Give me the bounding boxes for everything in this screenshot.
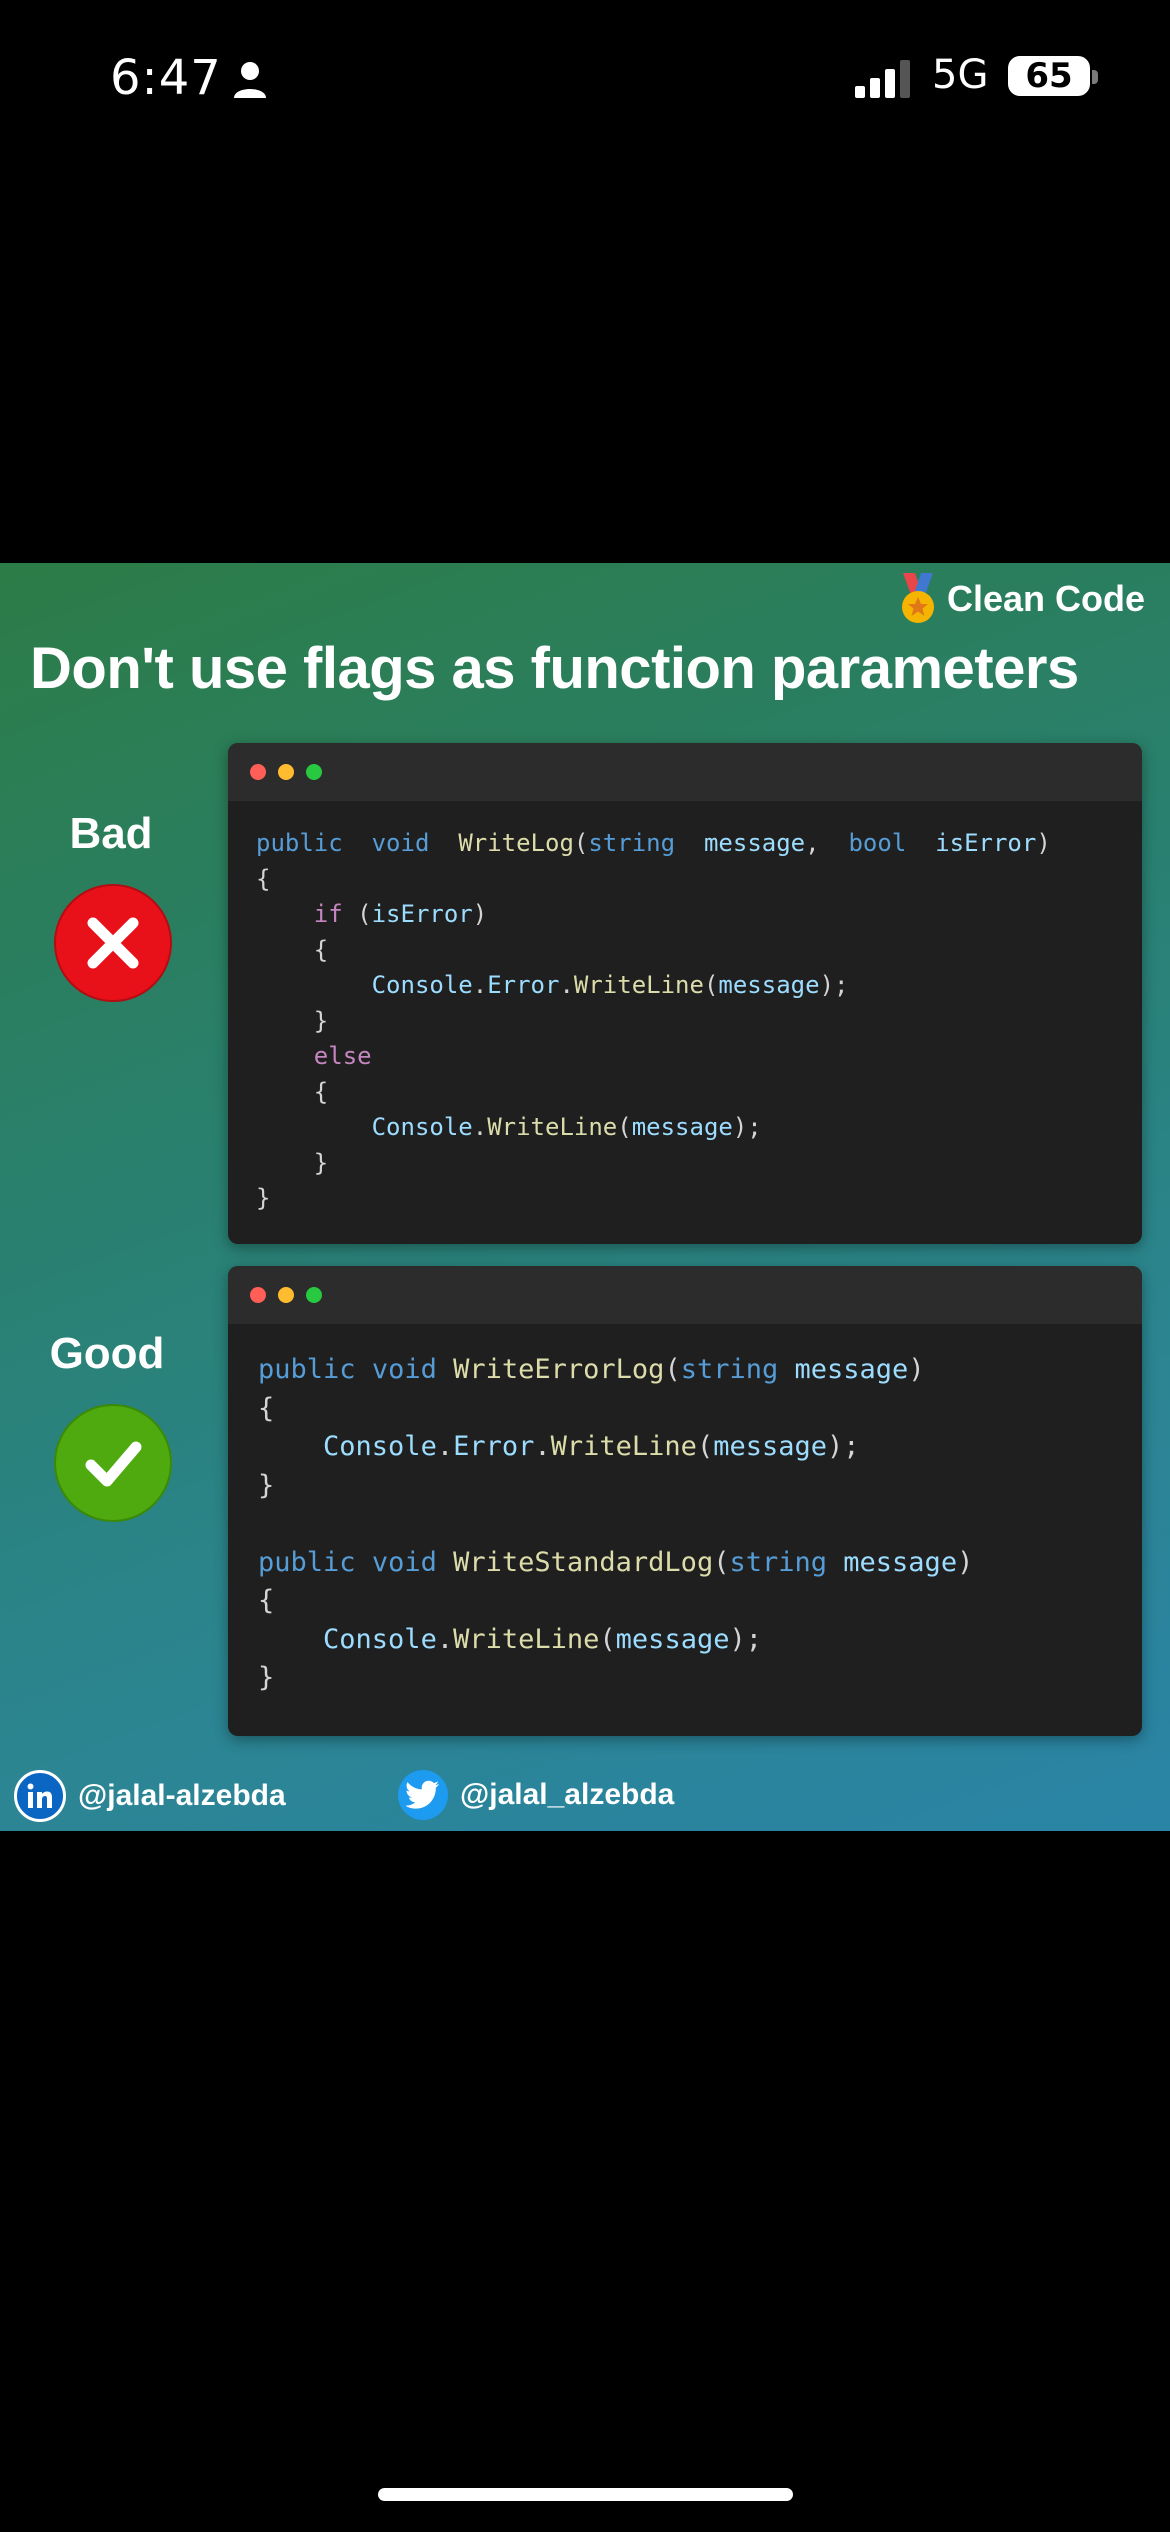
code-line: }	[256, 1006, 329, 1035]
x-circle-icon	[54, 884, 172, 1002]
signal-icon	[855, 60, 910, 98]
home-indicator[interactable]	[378, 2488, 793, 2501]
linkedin-link[interactable]: @jalal-alzebda	[14, 1770, 286, 1822]
good-label: Good	[49, 1329, 165, 1378]
code-line: }	[258, 1662, 275, 1693]
code-line: public void WriteStandardLog(string mess…	[258, 1546, 974, 1578]
battery-cap	[1092, 70, 1098, 84]
twitter-icon	[398, 1770, 448, 1820]
good-code-block: public void WriteErrorLog(string message…	[228, 1324, 1142, 1701]
code-line: if (isError)	[313, 900, 488, 928]
post-card[interactable]: Clean Code Don't use flags as function p…	[0, 563, 1170, 1831]
bad-label: Bad	[69, 809, 153, 858]
window-close-dot	[250, 1287, 266, 1303]
network-type: 5G	[932, 52, 989, 98]
code-line: }	[256, 1148, 329, 1177]
code-line: }	[258, 1469, 275, 1501]
code-line: else	[313, 1042, 372, 1070]
code-line: }	[256, 1184, 271, 1212]
linkedin-icon	[14, 1770, 66, 1822]
topic-tag: Clean Code	[897, 573, 1145, 625]
code-line: {	[256, 864, 271, 893]
window-minimize-dot	[278, 1287, 294, 1303]
code-line: Console.Error.WriteLine(message);	[371, 971, 849, 999]
person-icon	[234, 62, 266, 98]
window-close-dot	[250, 764, 266, 780]
medal-icon	[901, 573, 934, 623]
post-headline: Don't use flags as function parameters	[30, 636, 1079, 701]
window-maximize-dot	[306, 1287, 322, 1303]
status-time: 6:47	[110, 50, 222, 106]
window-maximize-dot	[306, 764, 322, 780]
twitter-link[interactable]: @jalal_alzebda	[398, 1770, 674, 1820]
window-titlebar	[228, 1266, 1142, 1324]
window-minimize-dot	[278, 764, 294, 780]
code-line: Console.WriteLine(message);	[371, 1113, 762, 1141]
topic-tag-label: Clean Code	[946, 578, 1145, 619]
good-code-window: public void WriteErrorLog(string message…	[228, 1266, 1142, 1736]
bad-code-window: public void WriteLog(string message, boo…	[228, 743, 1142, 1244]
code-line: public void WriteErrorLog(string message…	[258, 1354, 925, 1385]
linkedin-handle: @jalal-alzebda	[78, 1779, 286, 1812]
battery-level: 65	[1008, 56, 1090, 96]
code-line: Console.Error.WriteLine(message);	[323, 1431, 860, 1462]
checkmark-circle-icon	[54, 1404, 172, 1522]
twitter-handle: @jalal_alzebda	[460, 1778, 675, 1811]
bad-code-block: public void WriteLog(string message, boo…	[228, 801, 1142, 1220]
code-line: {	[258, 1585, 275, 1616]
code-line: {	[256, 935, 329, 964]
window-titlebar	[228, 743, 1142, 801]
code-line: {	[258, 1392, 275, 1424]
code-line: {	[256, 1077, 329, 1106]
code-line: Console.WriteLine(message);	[323, 1623, 762, 1655]
code-line: public void WriteLog(string message, boo…	[256, 829, 1051, 857]
